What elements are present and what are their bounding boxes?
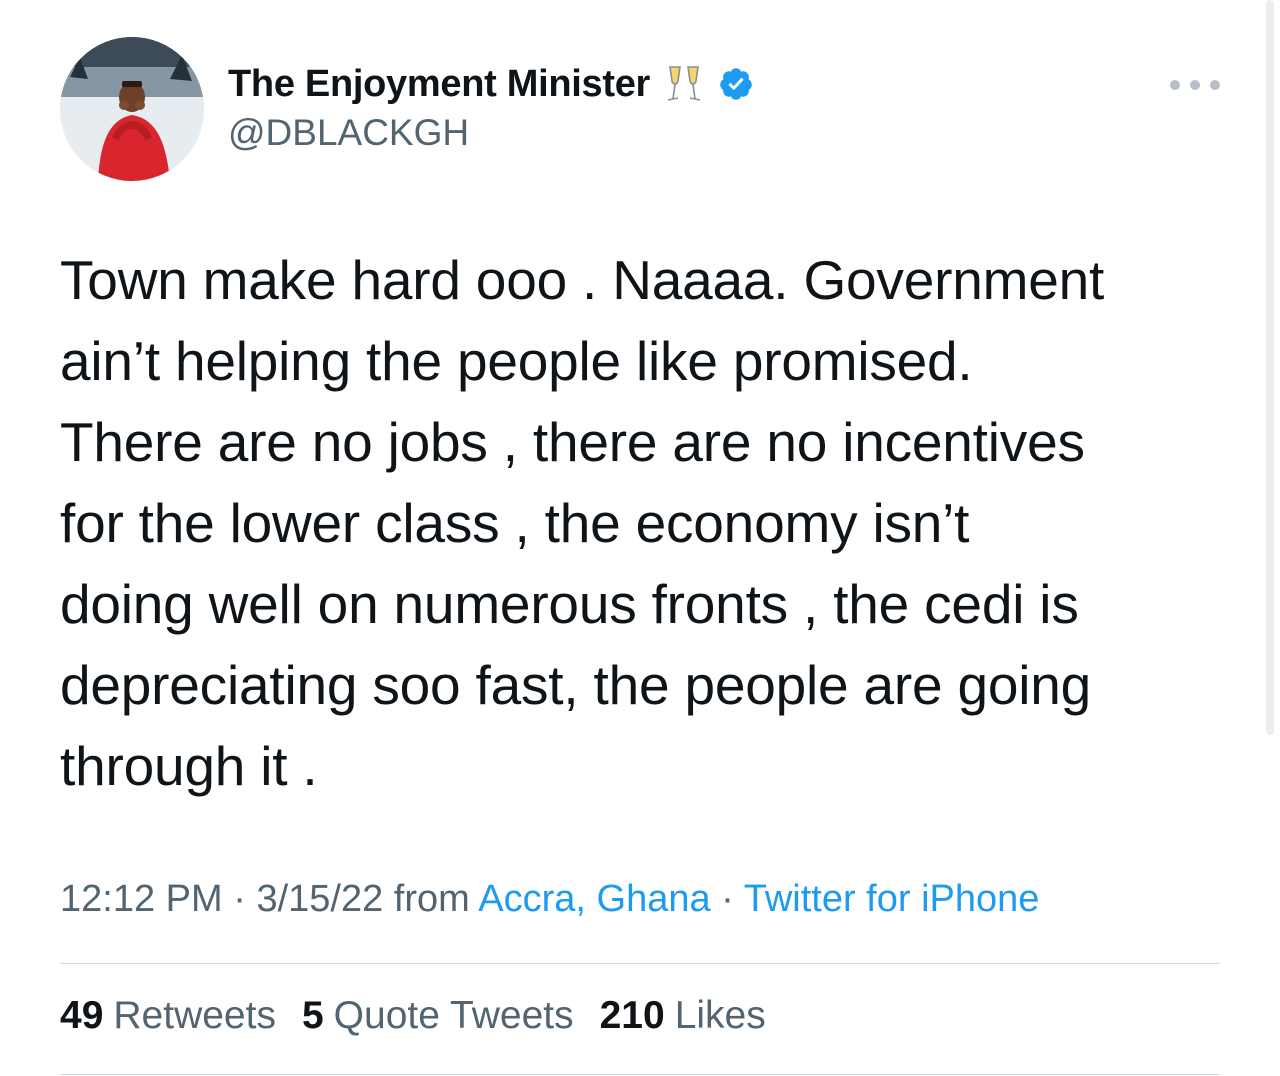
retweets-label: Retweets	[113, 994, 276, 1037]
author-row: The Enjoyment Minister	[228, 60, 754, 108]
more-dot	[1210, 80, 1220, 90]
more-dot	[1190, 80, 1200, 90]
engagement-stats: 49 Retweets 5 Quote Tweets 210 Likes	[60, 994, 792, 1038]
location-link[interactable]: Accra, Ghana	[478, 878, 710, 920]
source-link[interactable]: Twitter for iPhone	[744, 878, 1040, 920]
more-options-icon[interactable]	[1170, 74, 1220, 96]
tweet-detail: The Enjoyment Minister @DBLACKGH Town ma…	[0, 0, 1280, 1076]
author-handle[interactable]: @DBLACKGH	[228, 112, 469, 154]
more-dot	[1170, 80, 1180, 90]
retweets-count: 49	[60, 994, 104, 1037]
meta-separator: ·	[721, 878, 734, 920]
quote-tweets-count: 5	[301, 994, 324, 1037]
divider	[60, 1074, 1220, 1075]
quote-tweets-label: Quote Tweets	[333, 994, 574, 1037]
divider	[60, 963, 1220, 964]
avatar[interactable]	[60, 37, 204, 181]
quote-tweets-stat[interactable]: 5 Quote Tweets	[302, 994, 574, 1038]
clinking-glasses-icon	[664, 63, 704, 105]
verified-badge-icon	[718, 66, 754, 102]
tweet-metadata: 12:12 PM · 3/15/22 from Accra, Ghana · T…	[60, 878, 1039, 921]
scrollbar[interactable]	[1266, 0, 1274, 735]
meta-separator: ·	[233, 878, 246, 920]
from-label: from	[393, 878, 470, 920]
display-name[interactable]: The Enjoyment Minister	[228, 63, 650, 106]
retweets-stat[interactable]: 49 Retweets	[60, 994, 276, 1038]
likes-label: Likes	[674, 994, 766, 1037]
tweet-text: Town make hard ooo . Naaaa. Government a…	[60, 249, 1105, 797]
likes-count: 210	[599, 994, 665, 1037]
likes-stat[interactable]: 210 Likes	[600, 994, 766, 1038]
tweet-date[interactable]: 3/15/22	[256, 878, 383, 920]
avatar-photo	[60, 37, 204, 181]
tweet-time[interactable]: 12:12 PM	[60, 878, 223, 920]
